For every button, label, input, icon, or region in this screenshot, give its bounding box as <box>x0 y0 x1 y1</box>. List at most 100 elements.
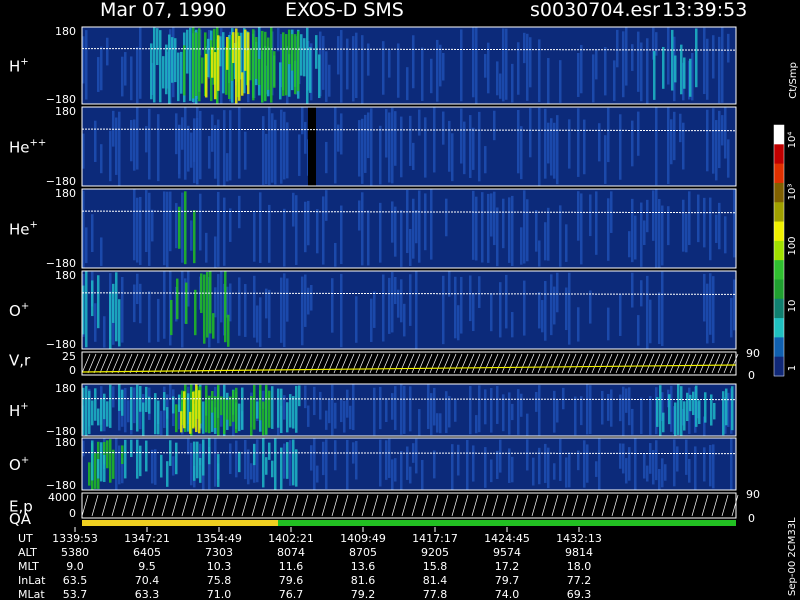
row-value: 79.2 <box>351 588 376 600</box>
intensity-streak <box>625 27 628 86</box>
intensity-streak <box>118 384 121 411</box>
intensity-streak <box>145 190 148 253</box>
spectrogram-figure: Mar 07, 1990 EXOS-D SMS s0030704.esr 13:… <box>9 0 799 600</box>
intensity-streak <box>112 449 115 479</box>
intensity-streak <box>148 192 151 266</box>
y-tick-bottom: 0 <box>69 507 76 520</box>
intensity-streak <box>649 299 652 344</box>
intensity-streak <box>115 438 118 490</box>
intensity-streak <box>196 117 199 185</box>
intensity-streak <box>680 44 683 95</box>
intensity-streak <box>553 286 556 325</box>
intensity-streak <box>148 108 151 180</box>
intensity-streak <box>94 120 97 162</box>
intensity-streak <box>544 281 547 341</box>
intensity-streak <box>127 400 130 423</box>
intensity-streak <box>394 277 397 305</box>
intensity-streak <box>166 461 169 487</box>
intensity-streak <box>695 385 698 427</box>
intensity-streak <box>294 34 297 95</box>
intensity-streak <box>541 300 544 333</box>
intensity-streak <box>97 57 100 92</box>
intensity-streak <box>703 447 706 482</box>
intensity-streak <box>283 111 286 180</box>
intensity-streak <box>202 439 205 476</box>
qa-segment-green <box>278 520 736 526</box>
intensity-streak <box>268 289 271 338</box>
header-date: Mar 07, 1990 <box>100 0 227 21</box>
intensity-streak <box>622 443 625 474</box>
row-value: 81.6 <box>351 574 376 587</box>
row-value: 8074 <box>277 546 305 559</box>
intensity-streak <box>176 278 179 320</box>
intensity-streak <box>286 402 289 433</box>
intensity-streak <box>340 113 343 155</box>
intensity-streak <box>279 62 282 100</box>
intensity-streak <box>247 32 250 95</box>
intensity-streak <box>535 210 538 252</box>
intensity-streak <box>646 275 649 349</box>
intensity-streak <box>616 29 619 68</box>
intensity-streak <box>262 438 265 488</box>
intensity-streak <box>661 271 664 347</box>
row-name-ut: UT <box>18 532 33 545</box>
intensity-streak <box>661 458 664 488</box>
intensity-streak <box>118 299 121 347</box>
intensity-streak <box>481 192 484 263</box>
intensity-streak <box>658 292 661 345</box>
intensity-streak <box>379 125 382 185</box>
intensity-streak <box>722 391 725 436</box>
intensity-streak <box>662 412 665 433</box>
intensity-streak <box>547 207 550 261</box>
intensity-streak <box>565 224 568 262</box>
intensity-streak <box>358 200 361 231</box>
intensity-streak <box>190 132 193 168</box>
intensity-streak <box>490 193 493 237</box>
intensity-streak <box>553 122 556 179</box>
intensity-streak <box>337 36 340 75</box>
intensity-streak <box>502 28 505 102</box>
intensity-streak <box>574 396 577 436</box>
intensity-streak <box>526 33 529 101</box>
intensity-streak <box>520 227 523 265</box>
colorbar-title: Ct/Smp <box>788 62 799 99</box>
intensity-streak <box>673 439 676 487</box>
intensity-streak <box>505 28 508 100</box>
intensity-streak <box>433 450 436 479</box>
intensity-streak <box>409 115 412 166</box>
row-value: 1354:49 <box>196 532 242 545</box>
intensity-streak <box>460 29 463 102</box>
intensity-streak <box>685 213 688 253</box>
intensity-streak <box>583 119 586 175</box>
intensity-streak <box>340 30 343 103</box>
intensity-streak <box>193 210 196 264</box>
panel-he_pp: He++180−180 <box>9 105 737 188</box>
intensity-streak <box>178 394 181 412</box>
side-label: Sep-00 2CM33L <box>787 517 798 596</box>
intensity-streak <box>694 446 697 490</box>
intensity-streak <box>292 396 295 429</box>
intensity-streak <box>683 57 686 89</box>
intensity-streak <box>508 197 511 263</box>
intensity-streak <box>604 135 607 184</box>
intensity-streak <box>472 190 475 260</box>
intensity-streak <box>166 407 169 436</box>
intensity-streak <box>712 35 715 79</box>
intensity-streak <box>448 271 451 297</box>
intensity-streak <box>94 453 97 489</box>
row-value: 79.6 <box>279 574 304 587</box>
intensity-streak <box>241 387 244 430</box>
intensity-streak <box>680 386 683 436</box>
intensity-streak <box>318 54 321 99</box>
intensity-streak <box>322 441 325 476</box>
intensity-streak <box>109 130 112 182</box>
qa-segment-yellow <box>82 520 278 526</box>
intensity-streak <box>671 29 674 91</box>
intensity-streak <box>325 51 328 102</box>
intensity-streak <box>271 460 274 478</box>
intensity-streak <box>130 56 133 101</box>
intensity-streak <box>334 440 337 471</box>
intensity-streak <box>634 438 637 490</box>
intensity-streak <box>222 32 225 94</box>
intensity-streak <box>652 190 655 241</box>
